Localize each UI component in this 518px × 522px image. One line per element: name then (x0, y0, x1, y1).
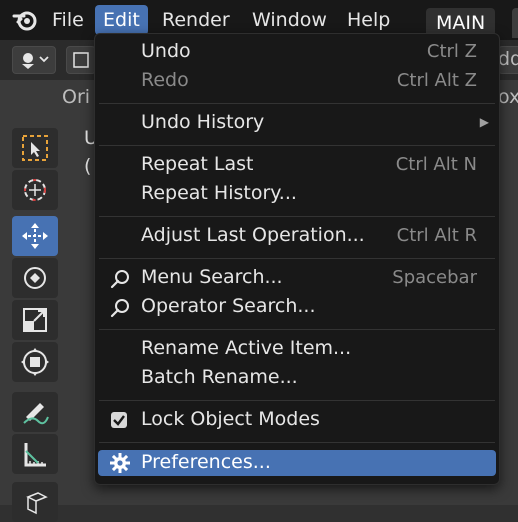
checkmark-icon (113, 415, 125, 426)
workspace-tab-next[interactable] (512, 8, 518, 38)
viewport-info-line2: ( (84, 155, 92, 177)
menu-separator (99, 329, 495, 330)
menu-item-batch-rename[interactable]: Batch Rename... (95, 364, 499, 393)
menu-item-adjust-last-operation-label: Adjust Last Operation... (141, 224, 365, 246)
tool-cursor[interactable] (12, 170, 58, 210)
tool-move[interactable] (12, 216, 58, 256)
menu-separator (99, 216, 495, 217)
menu-item-repeat-last-label: Repeat Last (141, 153, 254, 175)
menu-item-undo-label: Undo (141, 40, 191, 62)
menu-item-menu-search-label: Menu Search... (141, 266, 283, 288)
select-box-button[interactable] (66, 46, 96, 74)
menu-item-preferences-label: Preferences... (141, 451, 271, 473)
search-icon (110, 299, 129, 318)
options-label[interactable]: ox (498, 86, 518, 108)
menu-separator (99, 400, 495, 401)
menu-item-operator-search[interactable]: Operator Search... (95, 293, 499, 322)
lock-object-modes-checkbox[interactable] (111, 412, 127, 428)
gear-icon (110, 453, 130, 473)
menu-edit[interactable]: Edit (95, 5, 148, 35)
object-mode-dropdown[interactable] (12, 46, 56, 74)
menu-item-lock-object-modes-label: Lock Object Modes (141, 408, 320, 430)
move-tool-icon (22, 223, 48, 249)
menu-separator (99, 145, 495, 146)
menu-item-repeat-last-shortcut: Ctrl Alt N (395, 154, 477, 175)
menu-help[interactable]: Help (339, 5, 398, 35)
header-add-label[interactable]: dd (498, 48, 518, 70)
menu-separator (99, 442, 495, 443)
menu-item-repeat-history-label: Repeat History... (141, 182, 297, 204)
menu-item-batch-rename-label: Batch Rename... (141, 366, 298, 388)
object-mode-icon (22, 53, 49, 69)
tool-measure[interactable] (12, 434, 58, 474)
menu-window[interactable]: Window (244, 5, 335, 35)
menu-item-undo-shortcut: Ctrl Z (426, 41, 477, 62)
menu-item-undo-history-label: Undo History (141, 111, 265, 133)
transform-tool-icon (21, 348, 49, 376)
tool-transform[interactable] (12, 342, 58, 382)
menu-item-repeat-history[interactable]: Repeat History... (95, 180, 499, 209)
menu-item-redo-label: Redo (141, 69, 189, 91)
search-icon (110, 270, 129, 289)
menu-item-undo-history[interactable]: Undo History ▶ (95, 109, 499, 138)
annotate-tool-icon (23, 403, 49, 425)
menu-item-repeat-last[interactable]: Repeat Last Ctrl Alt N (95, 151, 499, 180)
menu-separator (99, 258, 495, 259)
submenu-arrow-icon: ▶ (479, 115, 489, 129)
select-box-tool-icon (22, 135, 48, 161)
menu-item-adjust-last-operation[interactable]: Adjust Last Operation... Ctrl Alt R (95, 222, 499, 251)
menu-item-redo[interactable]: Redo Ctrl Alt Z (95, 67, 499, 96)
menu-item-menu-search-shortcut: Spacebar (392, 267, 477, 288)
orientation-label[interactable]: Ori (62, 86, 90, 108)
tool-add-cube[interactable] (12, 482, 58, 522)
edit-menu: Undo Ctrl Z Redo Ctrl Alt Z Undo History… (94, 33, 500, 485)
scale-tool-icon (23, 308, 47, 332)
menu-item-operator-search-label: Operator Search... (141, 295, 316, 317)
menu-file[interactable]: File (44, 5, 92, 35)
add-cube-tool-icon (26, 492, 48, 515)
menu-item-rename-active-item-label: Rename Active Item... (141, 337, 352, 359)
menu-item-undo[interactable]: Undo Ctrl Z (95, 38, 499, 67)
tool-scale[interactable] (12, 300, 58, 340)
menu-separator (99, 103, 495, 104)
cursor-tool-icon (24, 179, 46, 201)
measure-tool-icon (24, 443, 46, 467)
menu-item-preferences[interactable]: Preferences... (98, 450, 496, 476)
tool-select-box[interactable] (12, 128, 58, 168)
tool-annotate[interactable] (12, 392, 58, 432)
menu-render[interactable]: Render (154, 5, 238, 35)
menu-item-redo-shortcut: Ctrl Alt Z (396, 70, 477, 91)
menu-item-menu-search[interactable]: Menu Search... Spacebar (95, 264, 499, 293)
menu-item-lock-object-modes[interactable]: Lock Object Modes (95, 406, 499, 435)
tool-rotate[interactable] (12, 258, 58, 298)
blender-logo-icon[interactable] (12, 8, 38, 32)
select-box-icon (73, 52, 89, 68)
rotate-tool-icon (24, 267, 46, 289)
menu-item-adjust-last-operation-shortcut: Ctrl Alt R (396, 225, 477, 246)
menu-item-rename-active-item[interactable]: Rename Active Item... (95, 335, 499, 364)
